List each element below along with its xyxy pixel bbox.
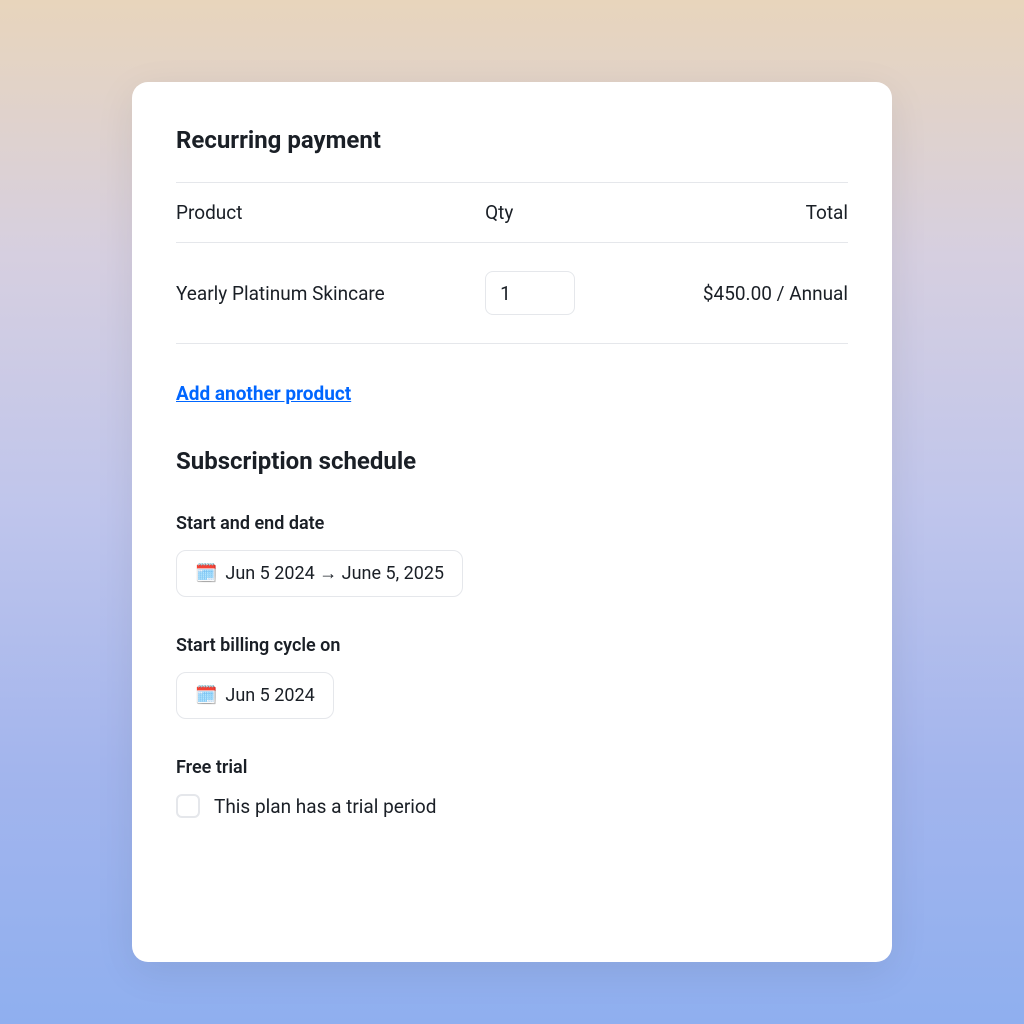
add-another-product-link[interactable]: Add another product	[176, 382, 351, 405]
start-end-date-label: Start and end date	[176, 513, 848, 534]
table-row: Yearly Platinum Skincare $450.00 / Annua…	[176, 243, 848, 344]
billing-cycle-field: Start billing cycle on 🗓️ Jun 5 2024	[176, 635, 848, 719]
column-product: Product	[176, 201, 485, 224]
payment-card: Recurring payment Product Qty Total Year…	[132, 82, 892, 962]
start-end-date-field: Start and end date 🗓️ Jun 5 2024 → June …	[176, 513, 848, 597]
subscription-schedule-title: Subscription schedule	[176, 447, 848, 475]
page-background: Recurring payment Product Qty Total Year…	[0, 0, 1024, 1024]
product-total: $450.00 / Annual	[606, 282, 848, 305]
recurring-payment-title: Recurring payment	[176, 126, 848, 154]
trial-checkbox[interactable]	[176, 794, 200, 818]
column-qty: Qty	[485, 201, 606, 224]
calendar-icon: 🗓️	[195, 563, 217, 584]
table-header: Product Qty Total	[176, 182, 848, 243]
billing-cycle-date-picker[interactable]: 🗓️ Jun 5 2024	[176, 672, 334, 719]
product-name: Yearly Platinum Skincare	[176, 282, 485, 305]
column-total: Total	[606, 201, 848, 224]
billing-cycle-value: Jun 5 2024	[225, 685, 314, 706]
start-end-date-picker[interactable]: 🗓️ Jun 5 2024 → June 5, 2025	[176, 550, 463, 597]
free-trial-field: Free trial This plan has a trial period	[176, 757, 848, 818]
qty-cell	[485, 271, 606, 315]
calendar-icon: 🗓️	[195, 685, 217, 706]
quantity-input[interactable]	[485, 271, 575, 315]
trial-checkbox-label: This plan has a trial period	[214, 795, 436, 818]
free-trial-label: Free trial	[176, 757, 848, 778]
billing-cycle-label: Start billing cycle on	[176, 635, 848, 656]
start-end-date-value: Jun 5 2024 → June 5, 2025	[225, 563, 444, 584]
trial-checkbox-row: This plan has a trial period	[176, 794, 848, 818]
